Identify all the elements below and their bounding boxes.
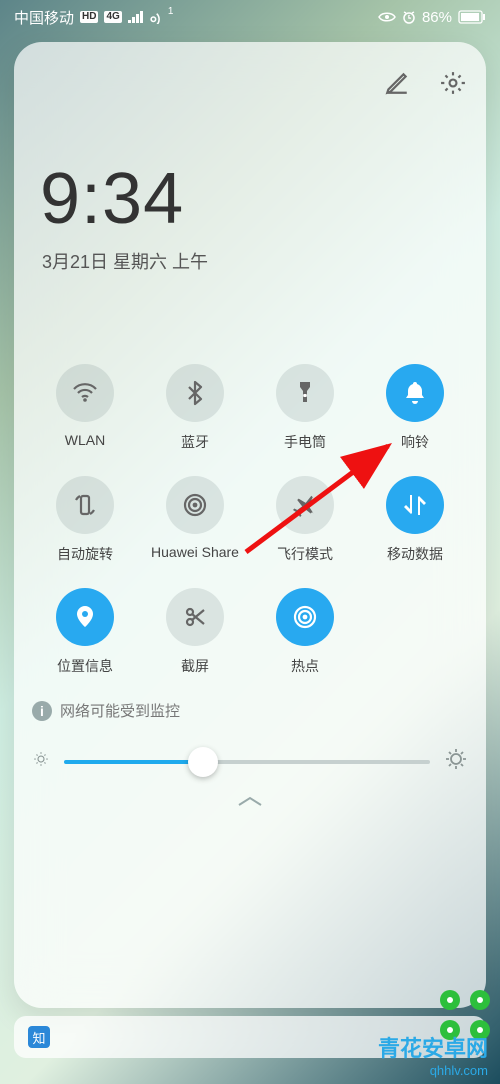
status-right: 86% <box>378 9 486 26</box>
toggle-screenshot-button[interactable] <box>166 588 224 646</box>
info-icon: i <box>32 701 52 721</box>
rotate-icon <box>71 491 99 519</box>
monitoring-notice[interactable]: i 网络可能受到监控 <box>32 700 468 721</box>
toggle-flashlight-button[interactable] <box>276 364 334 422</box>
toggle-flashlight: 手电筒 <box>252 364 358 452</box>
battery-pct: 86% <box>422 9 452 26</box>
brightness-row <box>32 747 468 776</box>
toggle-autorotate-button[interactable] <box>56 476 114 534</box>
edit-button[interactable] <box>382 68 412 98</box>
toggle-grid: WLAN蓝牙手电筒响铃自动旋转Huawei Share飞行模式移动数据位置信息截… <box>32 364 468 676</box>
date: 3月21日 星期六 上午 <box>42 248 468 274</box>
settings-button[interactable] <box>438 68 468 98</box>
toggle-mobiledata-button[interactable] <box>386 476 444 534</box>
quicksettings-panel: 9:34 3月21日 星期六 上午 WLAN蓝牙手电筒响铃自动旋转Huawei … <box>14 42 486 1008</box>
flashlight-icon <box>291 379 319 407</box>
wifi-icon <box>71 379 99 407</box>
toggle-location: 位置信息 <box>32 588 138 676</box>
brightness-high-icon <box>444 747 468 776</box>
toggle-airplane-button[interactable] <box>276 476 334 534</box>
sim-index: 1 <box>168 6 174 17</box>
toggle-wlan: WLAN <box>32 364 138 452</box>
brightness-low-icon <box>32 750 50 773</box>
panel-actions <box>32 68 468 98</box>
net-badge: 4G <box>104 11 121 23</box>
toggle-sound: 响铃 <box>362 364 468 452</box>
gear-icon <box>440 70 466 96</box>
watermark: 青花安卓网 qhhlv.com <box>378 1031 488 1078</box>
toggle-huaweishare-button[interactable] <box>166 476 224 534</box>
status-bar: 中国移动 HD 4G 1 86% <box>0 0 500 34</box>
toggle-huaweishare: Huawei Share <box>142 476 248 564</box>
battery-icon <box>458 10 486 24</box>
share-icon <box>181 491 209 519</box>
toggle-hotspot-button[interactable] <box>276 588 334 646</box>
toggle-huaweishare-label: Huawei Share <box>142 544 248 560</box>
hotspot-icon <box>291 603 319 631</box>
toggle-hotspot: 热点 <box>252 588 358 676</box>
toggle-mobiledata: 移动数据 <box>362 476 468 564</box>
status-left: 中国移动 HD 4G 1 <box>14 7 179 28</box>
signal2-icon <box>150 10 168 24</box>
toggle-sound-button[interactable] <box>386 364 444 422</box>
toggle-wlan-label: WLAN <box>32 432 138 448</box>
airplane-icon <box>291 491 319 519</box>
monitoring-text: 网络可能受到监控 <box>60 700 180 721</box>
watermark-title: 青花安卓网 <box>378 1031 488 1063</box>
brightness-slider[interactable] <box>64 760 430 764</box>
toggle-airplane-label: 飞行模式 <box>252 544 358 564</box>
toggle-bluetooth-button[interactable] <box>166 364 224 422</box>
toggle-autorotate: 自动旋转 <box>32 476 138 564</box>
toggle-hotspot-label: 热点 <box>252 656 358 676</box>
alarm-icon <box>402 10 416 24</box>
location-icon <box>71 603 99 631</box>
toggle-flashlight-label: 手电筒 <box>252 432 358 452</box>
watermark-url: qhhlv.com <box>378 1063 488 1078</box>
toggle-location-label: 位置信息 <box>32 656 138 676</box>
eye-icon <box>378 11 396 23</box>
bell-icon <box>401 379 429 407</box>
toggle-autorotate-label: 自动旋转 <box>32 544 138 564</box>
toggle-bluetooth: 蓝牙 <box>142 364 248 452</box>
signal-icon <box>128 11 144 23</box>
data-icon <box>401 491 429 519</box>
notification-app-glyph: 知 <box>32 1028 45 1047</box>
toggle-sound-label: 响铃 <box>362 432 468 452</box>
clock: 9:34 <box>40 158 468 240</box>
pencil-icon <box>384 70 410 96</box>
toggle-screenshot: 截屏 <box>142 588 248 676</box>
toggle-screenshot-label: 截屏 <box>142 656 248 676</box>
toggle-mobiledata-label: 移动数据 <box>362 544 468 564</box>
toggle-wlan-button[interactable] <box>56 364 114 422</box>
brightness-thumb[interactable] <box>188 747 218 777</box>
toggle-location-button[interactable] <box>56 588 114 646</box>
bluetooth-icon <box>181 379 209 407</box>
hd-badge: HD <box>80 11 98 23</box>
toggle-airplane: 飞行模式 <box>252 476 358 564</box>
carrier-label: 中国移动 <box>14 7 74 28</box>
chevron-up-icon <box>237 795 263 807</box>
expand-handle[interactable] <box>32 794 468 812</box>
toggle-bluetooth-label: 蓝牙 <box>142 432 248 452</box>
scissors-icon <box>181 603 209 631</box>
notification-app-icon: 知 <box>28 1026 50 1048</box>
